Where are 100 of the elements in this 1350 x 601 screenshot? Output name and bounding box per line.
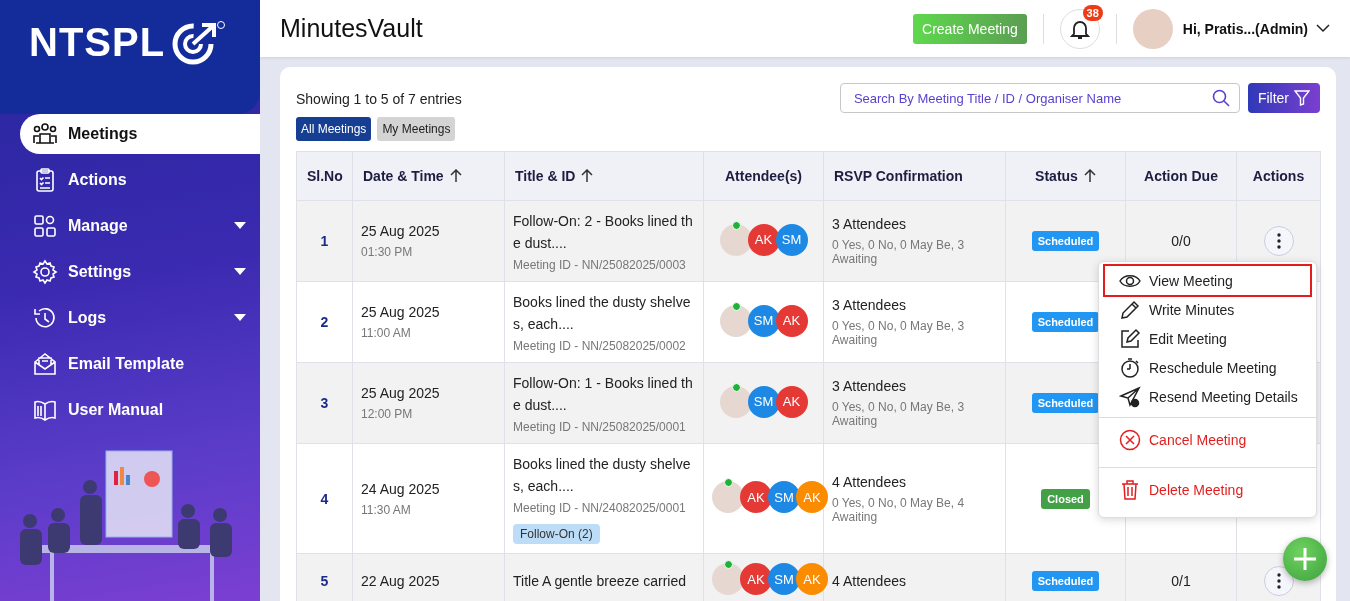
- meeting-date: 25 Aug 2025: [361, 223, 441, 239]
- meeting-date: 22 Aug 2025: [361, 572, 441, 589]
- rsvp-detail: 0 Yes, 0 No, 0 May Be, 4 Awaiting: [832, 495, 966, 524]
- sidebar-item[interactable]: Actions: [20, 160, 260, 200]
- search-icon: [1211, 89, 1230, 107]
- online-dot-icon: [731, 220, 741, 230]
- meeting-time: 12:00 PM: [361, 407, 414, 421]
- column-header: Sl.No: [307, 168, 343, 184]
- meeting-date: 25 Aug 2025: [361, 304, 441, 320]
- meeting-id: Meeting ID - NN/25082025/0003: [513, 258, 687, 272]
- plus-icon: [1293, 547, 1317, 571]
- row-number: 5: [320, 572, 329, 589]
- funnel-icon: [1294, 90, 1310, 106]
- notification-badge: 38: [1082, 4, 1103, 21]
- menu-item[interactable]: Write Minutes: [1105, 295, 1310, 324]
- meeting-title[interactable]: Books lined the dusty shelves, each....: [513, 291, 695, 335]
- edit-icon: [1119, 327, 1141, 350]
- meeting-id: Meeting ID - NN/24082025/0001: [513, 501, 687, 515]
- filter-tab[interactable]: All Meetings: [296, 117, 372, 141]
- column-header: RSVP Confirmation: [834, 168, 963, 184]
- rsvp-count: 3 Attendees: [832, 297, 907, 313]
- attendee-avatar: SM: [747, 304, 780, 337]
- sidebar-item[interactable]: Email Template: [20, 344, 260, 384]
- status-badge: Closed: [1041, 488, 1090, 509]
- attendee-avatar: AK: [796, 563, 828, 595]
- rsvp-count: 3 Attendees: [832, 216, 907, 232]
- more-options-button[interactable]: [1263, 226, 1294, 256]
- meeting-time: 11:00 AM: [361, 326, 412, 340]
- caret-icon: [234, 222, 246, 230]
- meeting-title[interactable]: Books lined the dusty shelves, each....: [513, 453, 695, 497]
- menu-item[interactable]: Reschedule Meeting: [1105, 353, 1310, 382]
- filter-button[interactable]: Filter: [1247, 83, 1320, 113]
- column-header: Actions: [1252, 168, 1305, 184]
- sort-arrow-icon[interactable]: [449, 169, 462, 183]
- meeting-time: 01:30 PM: [361, 245, 414, 259]
- more-options-button[interactable]: [1263, 565, 1294, 596]
- user-name[interactable]: Hi, Pratis...(Admin): [1182, 20, 1308, 37]
- entries-summary: Showing 1 to 5 of 7 entries: [296, 91, 462, 107]
- sort-arrow-icon[interactable]: [581, 169, 594, 183]
- people-icon: [32, 121, 58, 147]
- sidebar-item[interactable]: User Manual: [20, 390, 260, 430]
- caret-icon: [234, 314, 246, 322]
- mail-icon: [32, 351, 58, 377]
- kebab-icon: [1276, 233, 1281, 249]
- search-field[interactable]: Search By Meeting Title / ID / Organiser Name: [839, 83, 1240, 113]
- follow-on-tag[interactable]: Follow-On (2): [513, 524, 600, 544]
- attendee-avatar: SM: [775, 223, 808, 256]
- grid-icon: [32, 213, 58, 239]
- attendee-avatar: AK: [775, 385, 808, 418]
- sort-arrow-icon[interactable]: [1083, 169, 1096, 183]
- trash-icon: [1119, 478, 1141, 501]
- kebab-icon: [1276, 572, 1281, 589]
- history-icon: [32, 305, 58, 331]
- menu-item[interactable]: Cancel Meeting: [1099, 417, 1316, 461]
- row-number: 4: [320, 490, 329, 507]
- meeting-title[interactable]: Follow-On: 2 - Books lined the dust....: [513, 210, 695, 254]
- status-badge: Scheduled: [1031, 570, 1100, 591]
- meeting-time: 11:30 AM: [361, 502, 412, 517]
- notification-button[interactable]: 38: [1059, 8, 1100, 49]
- menu-item[interactable]: Edit Meeting: [1105, 324, 1310, 353]
- row-number: 1: [320, 233, 329, 249]
- menu-item[interactable]: Resend Meeting Details: [1105, 382, 1310, 411]
- sidebar-item[interactable]: Meetings: [20, 114, 260, 154]
- rsvp-count: 4 Attendees: [832, 572, 907, 589]
- pencil-icon: [1119, 298, 1141, 321]
- attendee-avatar: AK: [740, 481, 772, 513]
- rsvp-detail: 0 Yes, 0 No, 0 May Be, 3 Awaiting: [832, 319, 966, 347]
- send-icon: [1119, 385, 1141, 408]
- settings-icon: [32, 259, 58, 285]
- action-due: 0/1: [1171, 572, 1191, 589]
- menu-item[interactable]: Delete Meeting: [1099, 467, 1316, 511]
- app-title: MinutesVault: [280, 14, 423, 43]
- row-number: 3: [320, 395, 329, 411]
- rsvp-count: 3 Attendees: [832, 378, 907, 394]
- column-header: Action Due: [1144, 168, 1218, 184]
- column-header[interactable]: Status: [1035, 168, 1096, 184]
- status-badge: Scheduled: [1031, 393, 1100, 413]
- sidebar-item[interactable]: Manage: [20, 206, 260, 246]
- sidebar-item[interactable]: Settings: [20, 252, 260, 292]
- attendee-avatar: AK: [775, 304, 808, 337]
- caret-icon: [234, 268, 246, 276]
- meeting-date: 25 Aug 2025: [361, 385, 441, 401]
- meeting-title[interactable]: Follow-On: 1 - Books lined the dust....: [513, 372, 695, 416]
- stopwatch-icon: [1119, 356, 1141, 379]
- attendee-avatar: AK: [740, 563, 772, 595]
- menu-item[interactable]: View Meeting: [1105, 266, 1310, 295]
- chevron-down-icon[interactable]: [1316, 24, 1330, 33]
- rsvp-count: 4 Attendees: [832, 473, 907, 490]
- column-header[interactable]: Title & ID: [515, 168, 594, 184]
- meeting-date: 24 Aug 2025: [361, 480, 441, 497]
- attendee-avatar: SM: [768, 481, 800, 513]
- online-dot-icon: [731, 382, 741, 392]
- filter-tab[interactable]: My Meetings: [377, 117, 456, 141]
- user-avatar: [1132, 8, 1173, 49]
- sidebar-item[interactable]: Logs: [20, 298, 260, 338]
- online-dot-icon: [731, 301, 741, 311]
- logo-text: NTSPL: [29, 19, 166, 66]
- rsvp-detail: 0 Yes, 0 No, 0 May Be, 3 Awaiting: [832, 238, 966, 266]
- status-badge: Scheduled: [1031, 231, 1100, 251]
- close-circle-icon: [1119, 428, 1141, 451]
